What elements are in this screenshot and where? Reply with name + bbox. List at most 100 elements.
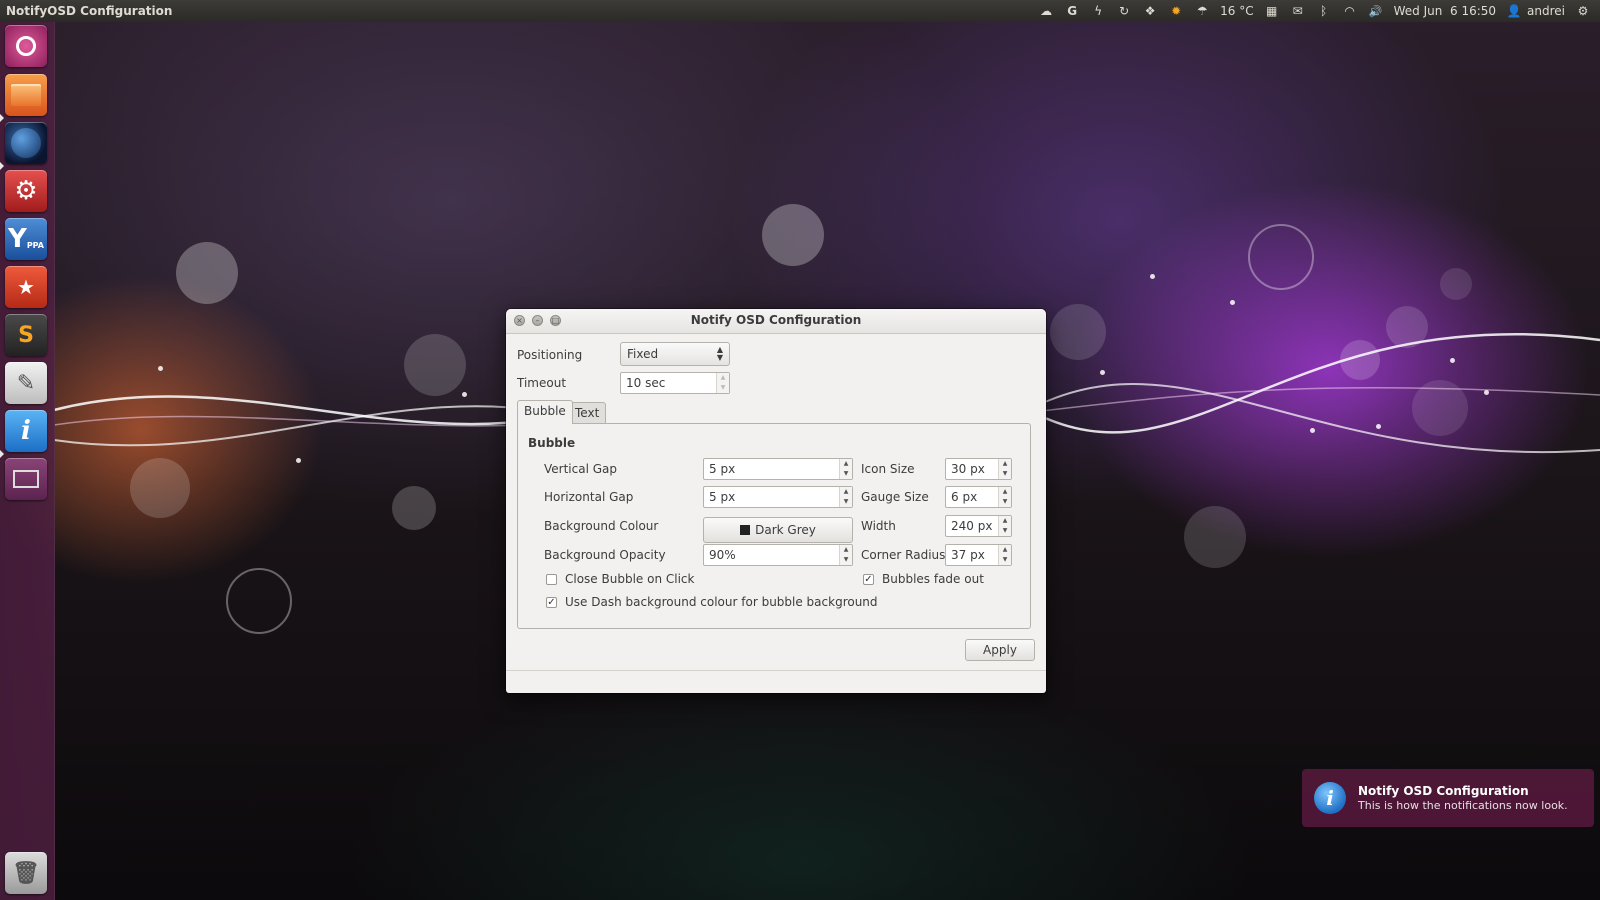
spin-arrows-icon[interactable]: ▲ ▼: [839, 545, 852, 565]
vertical-gap-spin[interactable]: 5 px ▲ ▼: [703, 458, 853, 480]
running-indicator: [0, 114, 4, 122]
volume-icon[interactable]: 🔊: [1363, 0, 1389, 22]
background-colour-button[interactable]: Dark Grey: [703, 517, 853, 543]
user-name[interactable]: andrei: [1527, 0, 1570, 22]
bokeh-circle: [1184, 506, 1246, 568]
bokeh-circle: [1386, 306, 1428, 348]
dash-background-label: Use Dash background colour for bubble ba…: [565, 595, 878, 609]
bokeh-circle: [1340, 340, 1380, 380]
positioning-select[interactable]: Fixed ▲ ▼: [620, 342, 730, 366]
spin-arrows-icon[interactable]: ▲ ▼: [839, 459, 852, 479]
dash-home-icon[interactable]: [5, 25, 47, 67]
corner-radius-value: 37 px: [951, 548, 985, 562]
fade-out-checkbox[interactable]: ✓ Bubbles fade out: [863, 572, 984, 586]
y-ppa-sub: PPA: [26, 240, 44, 250]
text-editor-icon[interactable]: ✎: [5, 362, 47, 404]
files-icon[interactable]: [5, 74, 47, 116]
spin-arrows-icon[interactable]: ▲ ▼: [998, 545, 1011, 565]
wifi-icon[interactable]: ◠: [1337, 0, 1363, 22]
vertical-gap-label: Vertical Gap: [544, 462, 618, 476]
checkbox-unchecked-icon[interactable]: [546, 573, 557, 585]
positioning-value: Fixed: [627, 347, 659, 361]
horizontal-gap-value: 5 px: [709, 490, 736, 504]
background-opacity-label: Background Opacity: [544, 548, 666, 562]
sparkle: [158, 366, 163, 371]
sun-icon[interactable]: ✹: [1163, 0, 1189, 22]
tab-bubble[interactable]: Bubble: [517, 400, 573, 424]
bokeh-circle: [1050, 304, 1106, 360]
software-center-icon[interactable]: ★: [5, 266, 47, 308]
lightning-icon[interactable]: ϟ: [1085, 0, 1111, 22]
horizontal-gap-spin[interactable]: 5 px ▲ ▼: [703, 486, 853, 508]
mail-icon[interactable]: ✉: [1285, 0, 1311, 22]
sublime-letter: S: [18, 322, 34, 348]
bokeh-circle: [130, 458, 190, 518]
corner-radius-spin[interactable]: 37 px ▲ ▼: [945, 544, 1012, 566]
dropbox-icon[interactable]: ❖: [1137, 0, 1163, 22]
running-indicator: [0, 162, 4, 170]
bokeh-circle: [392, 486, 436, 530]
globe-icon[interactable]: [5, 122, 47, 164]
apply-button[interactable]: Apply: [965, 639, 1035, 661]
info-letter: i: [21, 416, 31, 446]
tab-text[interactable]: Text: [568, 402, 607, 424]
calendar-icon[interactable]: ▦: [1259, 0, 1285, 22]
vertical-gap-value: 5 px: [709, 462, 736, 476]
timeout-value: 10 sec: [626, 376, 666, 390]
bokeh-circle: [762, 204, 824, 266]
sparkle: [1376, 424, 1381, 429]
bokeh-circle: [176, 242, 238, 304]
width-value: 240 px: [951, 519, 993, 533]
close-on-click-checkbox[interactable]: Close Bubble on Click: [546, 572, 694, 586]
bluetooth-icon[interactable]: ᛒ: [1311, 0, 1337, 22]
dialog-title: Notify OSD Configuration: [690, 313, 862, 327]
workspace-switcher-icon[interactable]: [5, 458, 47, 500]
bokeh-circle: [404, 334, 466, 396]
launcher: ⚙ Y PPA ★ S ✎ i 🗑: [0, 22, 55, 900]
sparkle: [1100, 370, 1105, 375]
spin-arrows-icon[interactable]: ▲ ▼: [998, 516, 1011, 536]
y-ppa-icon[interactable]: Y PPA: [5, 218, 47, 260]
spin-arrows-icon[interactable]: ▲ ▼: [716, 373, 729, 393]
y-ppa-letter: Y: [7, 224, 27, 254]
g-icon[interactable]: G: [1059, 0, 1085, 22]
timeout-spin[interactable]: 10 sec ▲ ▼: [620, 372, 730, 394]
gear-icon[interactable]: ⚙: [1570, 0, 1596, 22]
colour-swatch: [740, 525, 751, 535]
weather-temperature[interactable]: 16 °C: [1215, 0, 1258, 22]
notification-title: Notify OSD Configuration: [1358, 784, 1529, 798]
checkmark-icon[interactable]: ✓: [546, 596, 557, 608]
clock[interactable]: Wed Jun 6 16:50: [1389, 0, 1501, 22]
icon-size-spin[interactable]: 30 px ▲ ▼: [945, 458, 1012, 480]
spin-arrows-icon[interactable]: ▲ ▼: [998, 487, 1011, 507]
width-spin[interactable]: 240 px ▲ ▼: [945, 515, 1012, 537]
background-opacity-value: 90%: [709, 548, 736, 562]
info-icon: i: [1314, 782, 1346, 814]
timeout-label: Timeout: [517, 376, 567, 390]
system-settings-icon[interactable]: ⚙: [5, 170, 47, 212]
spin-arrows-icon[interactable]: ▲ ▼: [998, 459, 1011, 479]
corner-radius-label: Corner Radius: [861, 548, 946, 562]
sublime-text-icon[interactable]: S: [5, 314, 47, 356]
notification-body: This is how the notifications now look.: [1358, 799, 1568, 812]
dialog-titlebar[interactable]: × – □ Notify OSD Configuration: [506, 309, 1046, 334]
background-colour-value: Dark Grey: [755, 523, 816, 537]
sparkle: [462, 392, 467, 397]
dash-background-checkbox[interactable]: ✓ Use Dash background colour for bubble …: [546, 595, 878, 609]
spin-arrows-icon[interactable]: ▲ ▼: [839, 487, 852, 507]
status-bar: [506, 670, 1046, 693]
top-panel: NotifyOSD Configuration ☁ G ϟ ↻ ❖ ✹ ☂ 16…: [0, 0, 1600, 22]
background-opacity-spin[interactable]: 90% ▲ ▼: [703, 544, 853, 566]
cloud-icon[interactable]: ☁: [1033, 0, 1059, 22]
gauge-size-value: 6 px: [951, 490, 978, 504]
icon-size-value: 30 px: [951, 462, 985, 476]
notify-osd-config-icon[interactable]: i: [5, 410, 47, 452]
checkmark-icon[interactable]: ✓: [863, 573, 874, 585]
config-dialog: × – □ Notify OSD Configuration Positioni…: [506, 309, 1046, 693]
bokeh-circle: [1440, 268, 1472, 300]
sync-icon[interactable]: ↻: [1111, 0, 1137, 22]
rain-cloud-icon[interactable]: ☂: [1189, 0, 1215, 22]
gauge-size-spin[interactable]: 6 px ▲ ▼: [945, 486, 1012, 508]
icon-size-label: Icon Size: [861, 462, 915, 476]
trash-icon[interactable]: 🗑: [5, 852, 47, 894]
